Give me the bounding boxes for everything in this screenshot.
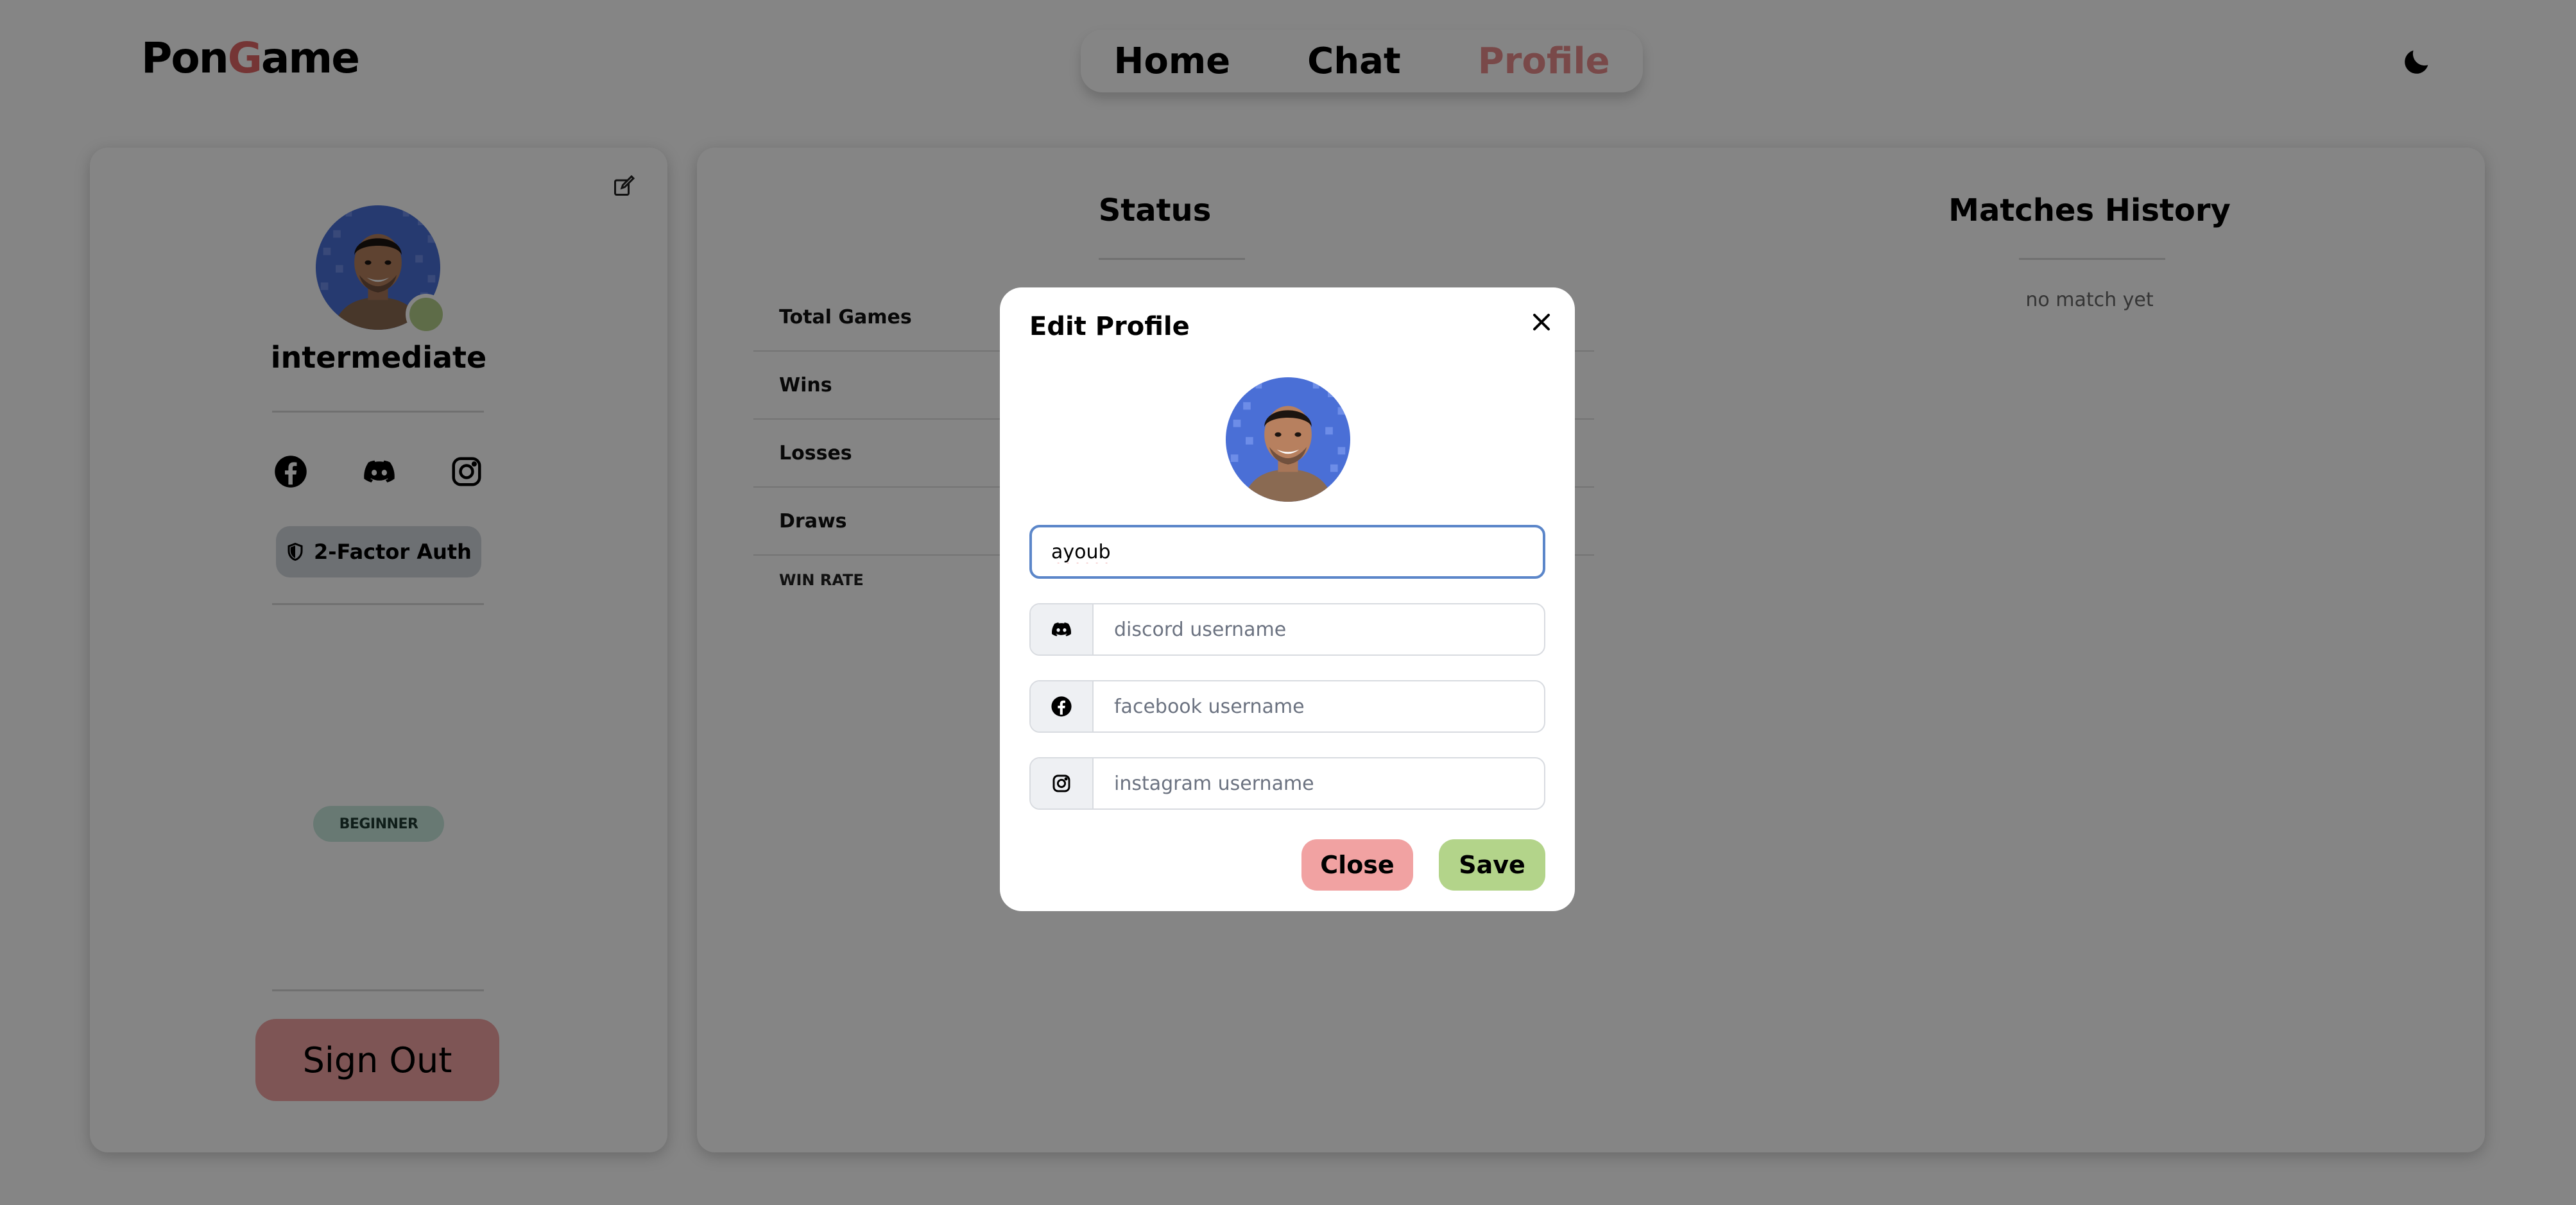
instagram-icon [1031,758,1094,808]
save-button[interactable]: Save [1439,839,1545,891]
profile-page: PonGame Home Chat Profile intermediate 2… [0,0,2576,1205]
facebook-username-input[interactable] [1094,681,1544,731]
username-input[interactable] [1029,525,1545,579]
edit-profile-modal: Edit Profile ayoub discord username face… [1000,287,1575,911]
discord-icon [1031,604,1094,654]
avatar[interactable] [1226,377,1350,502]
instagram-username-input[interactable] [1094,758,1544,808]
discord-username-input[interactable] [1094,604,1544,654]
close-icon[interactable] [1527,308,1556,336]
facebook-field [1029,680,1545,733]
discord-field [1029,603,1545,656]
facebook-icon [1031,681,1094,731]
instagram-field [1029,757,1545,810]
modal-title: Edit Profile [1029,312,1190,341]
close-button[interactable]: Close [1301,839,1413,891]
